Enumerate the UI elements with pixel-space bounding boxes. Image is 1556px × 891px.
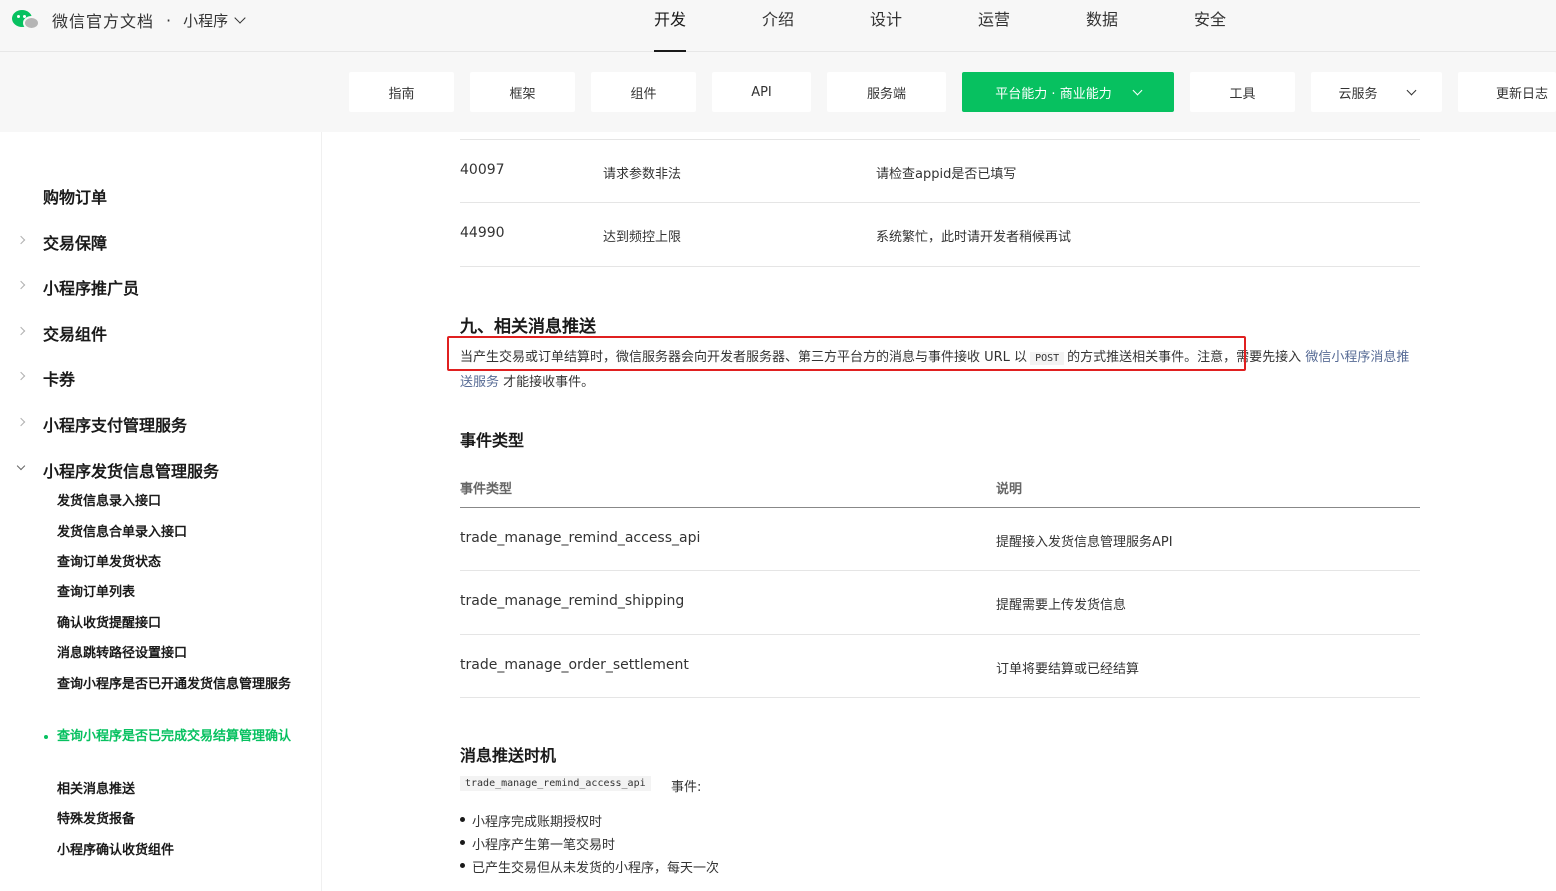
table-divider xyxy=(460,139,1420,140)
event-type: trade_manage_remind_shipping xyxy=(460,593,685,609)
sidebar-sub-item[interactable]: 查询订单发货状态 xyxy=(57,552,297,574)
tab-component[interactable]: 组件 xyxy=(591,72,696,112)
paragraph-text: 才能接收事件。 xyxy=(503,375,595,390)
nav-design[interactable]: 设计 xyxy=(832,0,940,52)
sidebar-item-trade-component[interactable]: 交易组件 xyxy=(43,321,107,345)
chevron-down-icon xyxy=(1406,85,1416,95)
tab-cloud-label: 云服务 xyxy=(1338,86,1378,102)
error-code: 44990 xyxy=(460,225,505,241)
tab-framework[interactable]: 框架 xyxy=(470,72,575,112)
top-navbar: 微信官方文档 · 小程序 开发 介绍 设计 运营 数据 安全 xyxy=(0,0,1556,52)
active-dot-icon xyxy=(44,735,48,739)
table-header: 说明 xyxy=(996,482,1023,497)
nav-operation[interactable]: 运营 xyxy=(940,0,1048,52)
nav-intro[interactable]: 介绍 xyxy=(724,0,832,52)
inline-code: trade_manage_remind_access_api xyxy=(460,776,651,791)
sidebar-item-shopping-order[interactable]: 购物订单 xyxy=(43,184,107,208)
sidebar-sub-item[interactable]: 相关消息推送 xyxy=(57,779,297,801)
table-header-divider xyxy=(460,507,1420,508)
error-solution: 请检查appid是否已填写 xyxy=(876,167,1017,182)
wechat-logo-icon xyxy=(12,8,42,32)
tab-tools[interactable]: 工具 xyxy=(1190,72,1295,112)
list-item: 小程序完成账期授权时 xyxy=(459,811,602,830)
chevron-down-icon xyxy=(234,11,246,24)
chevron-down-icon xyxy=(1132,85,1143,95)
tab-platform-label: 平台能力 · 商业能力 xyxy=(995,86,1112,102)
sidebar-item-shipping-management[interactable]: 小程序发货信息管理服务 xyxy=(43,458,219,482)
event-desc: 订单将要结算或已经结算 xyxy=(996,662,1140,677)
list-item: 已产生交易但从未发货的小程序，每天一次 xyxy=(459,857,719,876)
event-type: trade_manage_remind_access_api xyxy=(460,530,701,546)
table-divider xyxy=(460,202,1420,203)
sidebar-item-promoter[interactable]: 小程序推广员 xyxy=(43,275,139,299)
error-message: 达到频控上限 xyxy=(603,230,682,245)
sidebar-sub-item[interactable]: 发货信息录入接口 xyxy=(57,491,297,513)
event-type: trade_manage_order_settlement xyxy=(460,657,689,673)
table-divider xyxy=(460,697,1420,698)
tab-cloud[interactable]: 云服务 xyxy=(1311,72,1442,112)
nav-data[interactable]: 数据 xyxy=(1048,0,1156,52)
sidebar-sub-item[interactable]: 发货信息合单录入接口 xyxy=(57,522,297,544)
event-desc: 提醒接入发货信息管理服务API xyxy=(996,535,1173,550)
table-header: 事件类型 xyxy=(460,482,513,497)
sidebar-sub-item[interactable]: 小程序确认收货组件 xyxy=(57,840,297,862)
sidebar-item-payment-management[interactable]: 小程序支付管理服务 xyxy=(43,412,187,436)
paragraph-text: 当产生交易或订单结算时，微信服务器会向开发者服务器、第三方平台方的消息与事件接收… xyxy=(460,350,1028,365)
product-switcher[interactable]: 小程序 xyxy=(183,10,246,31)
table-divider xyxy=(460,266,1420,267)
tab-guide[interactable]: 指南 xyxy=(349,72,454,112)
event-desc: 提醒需要上传发货信息 xyxy=(996,598,1127,613)
sidebar-sub-item-active[interactable]: 查询小程序是否已完成交易结算管理确认 xyxy=(57,726,297,748)
list-item: 小程序产生第一笔交易时 xyxy=(459,834,615,853)
brand-title[interactable]: 微信官方文档 xyxy=(52,8,154,32)
sidebar-sub-item[interactable]: 消息跳转路径设置接口 xyxy=(57,643,297,665)
table-divider xyxy=(460,570,1420,571)
sidebar-sub-item[interactable]: 查询订单列表 xyxy=(57,582,297,604)
table-divider xyxy=(460,634,1420,635)
sidebar-sub-item[interactable]: 确认收货提醒接口 xyxy=(57,613,297,635)
paragraph-text: 的方式推送相关事件。注意，需要先接入 xyxy=(1067,350,1302,365)
nav-develop[interactable]: 开发 xyxy=(616,0,724,52)
error-code: 40097 xyxy=(460,162,505,178)
sidebar-sub-item[interactable]: 查询小程序是否已开通发货信息管理服务 xyxy=(57,674,297,696)
product-label: 小程序 xyxy=(183,11,229,30)
brand-separator: · xyxy=(166,10,172,30)
code-suffix: 事件: xyxy=(671,780,702,795)
section-paragraph: 当产生交易或订单结算时，微信服务器会向开发者服务器、第三方平台方的消息与事件接收… xyxy=(460,346,1420,395)
sidebar-item-coupon[interactable]: 卡券 xyxy=(43,366,75,390)
sub-navbar: 指南 框架 组件 API 服务端 平台能力 · 商业能力 工具 云服务 更新日志 xyxy=(0,52,1556,132)
error-message: 请求参数非法 xyxy=(603,167,682,182)
main-nav: 开发 介绍 设计 运营 数据 安全 xyxy=(616,0,1264,52)
tab-changelog[interactable]: 更新日志 xyxy=(1458,72,1556,112)
sidebar-item-trade-guarantee[interactable]: 交易保障 xyxy=(43,230,107,254)
nav-security[interactable]: 安全 xyxy=(1156,0,1264,52)
inline-code: POST xyxy=(1030,352,1065,365)
tab-server[interactable]: 服务端 xyxy=(827,72,946,112)
brand[interactable]: 微信官方文档 · 小程序 xyxy=(12,6,246,34)
subsection-heading: 消息推送时机 xyxy=(460,746,557,765)
error-solution: 系统繁忙，此时请开发者稍候再试 xyxy=(876,230,1072,245)
tab-api[interactable]: API xyxy=(712,72,811,112)
section-heading: 九、相关消息推送 xyxy=(460,317,596,337)
sidebar-sub-item[interactable]: 特殊发货报备 xyxy=(57,809,297,831)
tab-platform[interactable]: 平台能力 · 商业能力 xyxy=(962,72,1174,112)
subsection-heading: 事件类型 xyxy=(460,431,525,450)
